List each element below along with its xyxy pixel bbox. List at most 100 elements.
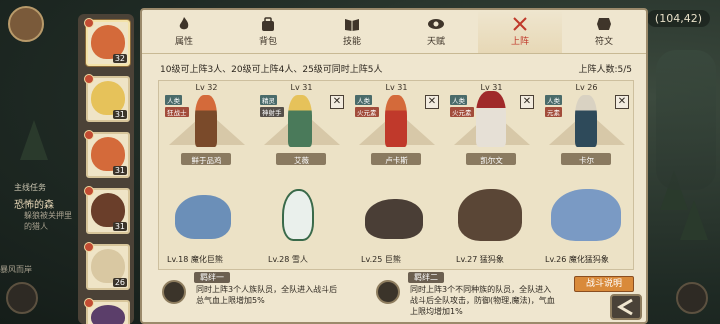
rune-icon [597, 18, 611, 30]
pet-sprite [458, 189, 522, 241]
pet-label: Lv.25 巨熊 [361, 255, 401, 264]
slot-level: Lv 31 [385, 83, 408, 92]
tab-skills[interactable]: 技能 [310, 10, 394, 53]
remove-hero-button[interactable]: ✕ [425, 95, 439, 109]
pet-sprite [551, 189, 621, 241]
hero-card[interactable]: 26 [84, 242, 130, 290]
back-arrow-icon [617, 298, 633, 316]
bond-emblem-icon [376, 280, 400, 304]
formation-slot[interactable]: Lv 31 人类 火元素 ✕ 卢卡斯 Lv.25 巨熊 [349, 81, 444, 271]
tab-talent[interactable]: 天赋 [394, 10, 478, 53]
hero-name: 凯尔文 [480, 156, 503, 165]
bond-one: 羁绊一 同时上阵3个人族队员，全队进入战斗后 总气血上限增加5% [162, 272, 372, 316]
pet-label: Lv.18 魔化巨熊 [167, 255, 223, 264]
bond-title: 羁绊二 [408, 272, 444, 283]
bond-emblem-icon [162, 280, 186, 304]
slot-level: Lv 32 [195, 83, 218, 92]
bag-icon [262, 17, 274, 31]
slot-level: Lv 31 [290, 83, 313, 92]
hero-card[interactable]: 31 [84, 74, 130, 122]
pet-slot[interactable]: Lv.18 魔化巨熊 [165, 179, 255, 267]
bond-line: 同时上阵3个不同种族的队员，全队进入 [410, 285, 552, 294]
hero-list: 32 31 31 31 26 [78, 14, 134, 324]
bond-title: 羁绊一 [194, 272, 230, 283]
bond-line: 总气血上限增加5% [196, 296, 265, 305]
tab-label: 属性 [174, 37, 193, 47]
left-hud: 主线任务 恐怖的森 躲狼被关押里的猎人 暴风而岸 [0, 0, 80, 324]
hero-card[interactable]: 31 [84, 130, 130, 178]
tab-bar: 属性 背包 技能 天赋 上阵 符文 [142, 10, 646, 54]
quest-description: 躲狼被关押里的猎人 [24, 211, 72, 231]
formation-rule-text: 10级可上阵3人、20级可上阵4人、25级可同时上阵5人 [160, 65, 383, 75]
tab-label: 天赋 [426, 37, 445, 47]
back-button[interactable] [610, 294, 642, 320]
hero-name: 艾薇 [294, 156, 309, 165]
race-tag: 人类 [545, 95, 562, 105]
hero-card[interactable]: 32 [84, 18, 130, 66]
hero-level: 31 [112, 166, 127, 175]
tab-runes[interactable]: 符文 [562, 10, 646, 53]
hero-card[interactable]: 31 [84, 186, 130, 234]
action-icon[interactable] [676, 282, 708, 314]
pet-sprite [282, 189, 314, 241]
race-tag: 人类 [355, 95, 372, 105]
pet-sprite [365, 199, 423, 239]
tab-label: 背包 [258, 37, 277, 47]
formation-slot[interactable]: Lv 31 精灵 神射手 ✕ 艾薇 Lv.28 雪人 [254, 81, 349, 271]
formation-info: 10级可上阵3人、20级可上阵4人、25级可同时上阵5人 上阵人数:5/5 [160, 62, 632, 76]
side-character [656, 50, 716, 190]
hero-sprite [288, 95, 312, 147]
quest-name[interactable]: 恐怖的森 [14, 196, 54, 211]
hero-sprite [575, 95, 597, 147]
pet-label: Lv.28 雪人 [268, 255, 308, 264]
hero-badge-icon [84, 18, 94, 28]
hero-level: 26 [112, 278, 127, 287]
formation-grid: Lv 32 人类 狂战士 鲜于品鸡 Lv.18 魔化巨熊 Lv 31 精灵 神射… [158, 80, 634, 270]
battle-info-button[interactable]: 战斗说明 [574, 276, 634, 292]
formation-slot[interactable]: Lv 32 人类 狂战士 鲜于品鸡 Lv.18 魔化巨熊 [159, 81, 254, 271]
bond-description: 同时上阵3个人族队员，全队进入战斗后 总气血上限增加5% [196, 284, 337, 306]
tab-label: 符文 [594, 37, 613, 47]
formation-slot[interactable]: Lv 31 人类 火元素 ✕ 凯尔文 Lv.27 猛犸象 [444, 81, 539, 271]
pet-sprite [175, 195, 231, 239]
eye-icon [428, 19, 444, 29]
remove-hero-button[interactable]: ✕ [615, 95, 629, 109]
race-tag: 精灵 [260, 95, 277, 105]
formation-count: 上阵人数:5/5 [578, 65, 632, 75]
tree-decoration [680, 200, 708, 240]
pet-slot[interactable]: Lv.25 巨熊 [355, 179, 445, 267]
tab-formation[interactable]: 上阵 [478, 10, 562, 53]
formation-panel: 属性 背包 技能 天赋 上阵 符文 10级可上阵3人、20级可上阵4人、25级可… [140, 8, 648, 324]
hero-card[interactable] [84, 298, 130, 324]
hero-level: 31 [112, 222, 127, 231]
chat-icon[interactable] [6, 282, 38, 314]
pet-slot[interactable]: Lv.26 魔化猛犸象 [539, 179, 634, 267]
formation-slot[interactable]: Lv 26 人类 元素 ✕ 卡尔 Lv.26 魔化猛犸象 [539, 81, 634, 271]
tab-attributes[interactable]: 属性 [142, 10, 226, 53]
hero-name: 鲜于品鸡 [191, 156, 222, 165]
pet-slot[interactable]: Lv.27 猛犸象 [444, 179, 539, 267]
remove-hero-button[interactable]: ✕ [330, 95, 344, 109]
bond-line: 同时上阵3个人族队员，全队进入战斗后 [196, 285, 338, 294]
crossed-swords-icon [513, 17, 527, 31]
quest-header: 主线任务 [14, 183, 46, 192]
pet-slot[interactable]: Lv.28 雪人 [260, 179, 350, 267]
pet-label: Lv.27 猛犸象 [456, 255, 504, 264]
tab-bag[interactable]: 背包 [226, 10, 310, 53]
slot-level: Lv 26 [575, 83, 598, 92]
hero-badge-icon [84, 74, 94, 84]
tab-label: 上阵 [510, 37, 529, 47]
remove-hero-button[interactable]: ✕ [520, 95, 534, 109]
player-avatar[interactable] [8, 6, 44, 42]
hero-badge-icon [84, 298, 94, 308]
bond-line: 上限均增加1% [410, 307, 463, 316]
pet-label: Lv.26 魔化猛犸象 [545, 255, 609, 264]
hero-level: 32 [112, 54, 127, 63]
flame-icon [179, 17, 189, 30]
hero-name: 卢卡斯 [385, 156, 408, 165]
hero-name: 卡尔 [579, 156, 594, 165]
book-icon [345, 19, 359, 31]
hero-level: 31 [112, 110, 127, 119]
location-label: 暴风而岸 [0, 265, 32, 274]
map-coordinates: (104,42) [646, 10, 710, 27]
